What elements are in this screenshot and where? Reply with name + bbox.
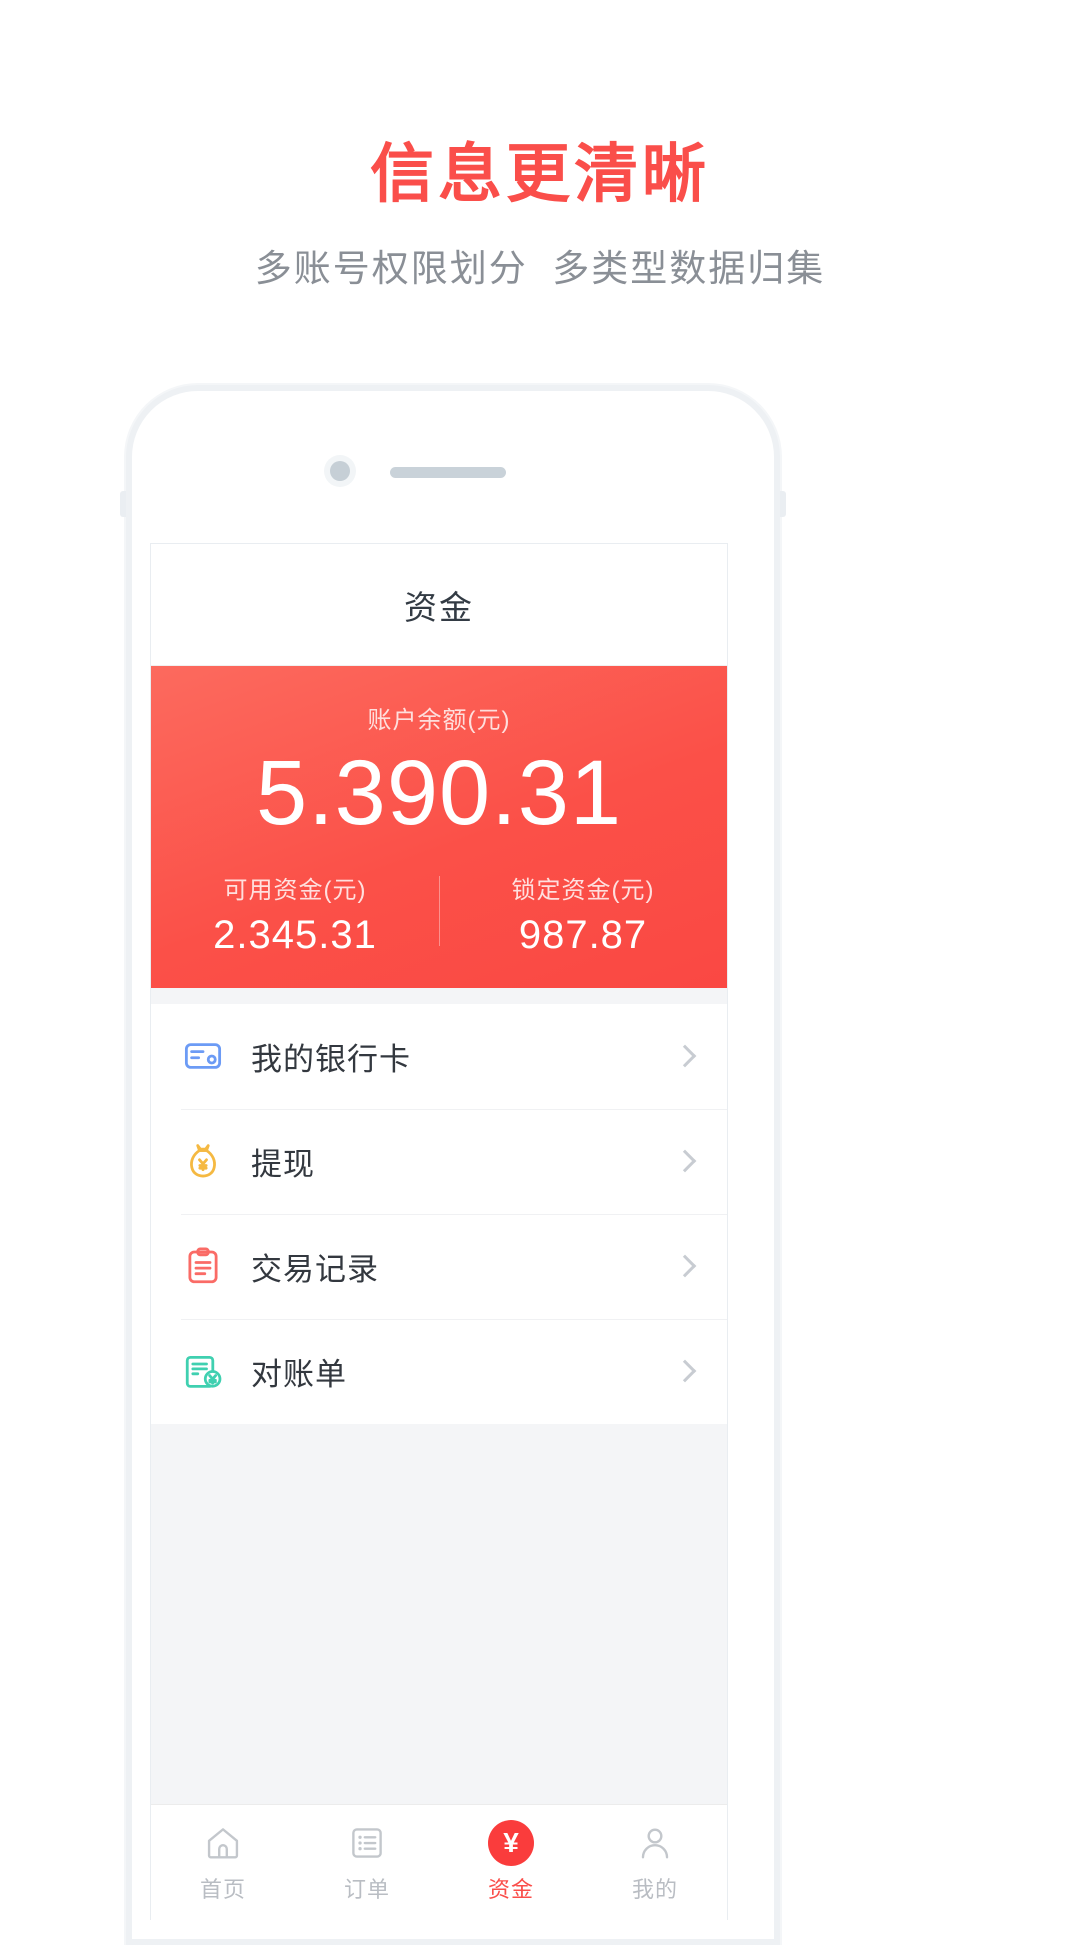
camera-dot-icon xyxy=(330,461,350,481)
app-screen: 资金 账户余额(元) 5.390.31 可用资金(元) 2.345.31 锁定资… xyxy=(150,543,728,1920)
menu-item-transaction-records[interactable]: 交易记录 xyxy=(151,1213,727,1319)
tab-label: 我的 xyxy=(631,1876,678,1902)
app-header-title: 资金 xyxy=(404,588,474,626)
clipboard-list-icon xyxy=(181,1244,225,1288)
balance-label: 账户余额(元) xyxy=(367,707,511,734)
yen-badge: ¥ xyxy=(488,1819,534,1866)
bottom-tabbar: 首页 订单 ¥ 资金 我的 xyxy=(151,1804,727,1920)
balance-amount: 5.390.31 xyxy=(255,742,623,844)
funds-menu-list: 我的银行卡 提现 交易记录 对账单 xyxy=(151,1003,727,1424)
order-list-icon xyxy=(348,1822,386,1864)
app-header: 资金 xyxy=(151,544,727,666)
empty-area xyxy=(151,1423,727,1664)
account-balance-card: 账户余额(元) 5.390.31 可用资金(元) 2.345.31 锁定资金(元… xyxy=(151,666,727,988)
tab-home[interactable]: 首页 xyxy=(151,1805,295,1920)
tab-label: 订单 xyxy=(343,1876,390,1902)
section-divider xyxy=(151,987,727,1004)
tab-label: 资金 xyxy=(487,1876,534,1902)
menu-item-label: 提现 xyxy=(251,1146,315,1182)
menu-item-withdraw[interactable]: 提现 xyxy=(151,1108,727,1214)
chevron-right-icon xyxy=(673,1359,697,1383)
chevron-right-icon xyxy=(673,1149,697,1173)
home-icon xyxy=(204,1822,242,1864)
phone-top-bezel xyxy=(132,391,774,543)
available-funds-block: 可用资金(元) 2.345.31 xyxy=(151,870,439,958)
yen-funds-icon: ¥ xyxy=(488,1819,534,1866)
menu-item-label: 对账单 xyxy=(251,1356,347,1392)
tab-profile[interactable]: 我的 xyxy=(583,1805,727,1920)
page-subtitle: 多账号权限划分 多类型数据归集 xyxy=(254,247,826,289)
earpiece-speaker-icon xyxy=(390,467,506,478)
menu-item-label: 交易记录 xyxy=(251,1251,379,1287)
money-bag-icon xyxy=(181,1139,225,1183)
tab-orders[interactable]: 订单 xyxy=(295,1805,439,1920)
locked-funds-block: 锁定资金(元) 987.87 xyxy=(439,870,727,958)
statement-doc-icon xyxy=(181,1349,225,1393)
page-title: 信息更清晰 xyxy=(370,138,710,210)
bank-card-icon xyxy=(181,1034,225,1078)
balance-breakdown: 可用资金(元) 2.345.31 锁定资金(元) 987.87 xyxy=(151,870,727,958)
available-funds-value: 2.345.31 xyxy=(213,912,377,957)
menu-item-label: 我的银行卡 xyxy=(251,1041,411,1077)
user-profile-icon xyxy=(636,1822,674,1864)
phone-power-button xyxy=(780,491,786,517)
locked-funds-value: 987.87 xyxy=(518,912,648,957)
tab-funds[interactable]: ¥ 资金 xyxy=(439,1805,583,1920)
chevron-right-icon xyxy=(673,1254,697,1278)
available-funds-label: 可用资金(元) xyxy=(223,876,367,904)
chevron-right-icon xyxy=(673,1044,697,1068)
menu-item-statement[interactable]: 对账单 xyxy=(151,1318,727,1424)
menu-item-my-bank-cards[interactable]: 我的银行卡 xyxy=(151,1004,727,1109)
phone-volume-button xyxy=(120,491,126,517)
tab-label: 首页 xyxy=(199,1876,246,1902)
locked-funds-label: 锁定资金(元) xyxy=(511,876,655,904)
promo-header: 信息更清晰 多账号权限划分 多类型数据归集 xyxy=(0,0,1080,292)
